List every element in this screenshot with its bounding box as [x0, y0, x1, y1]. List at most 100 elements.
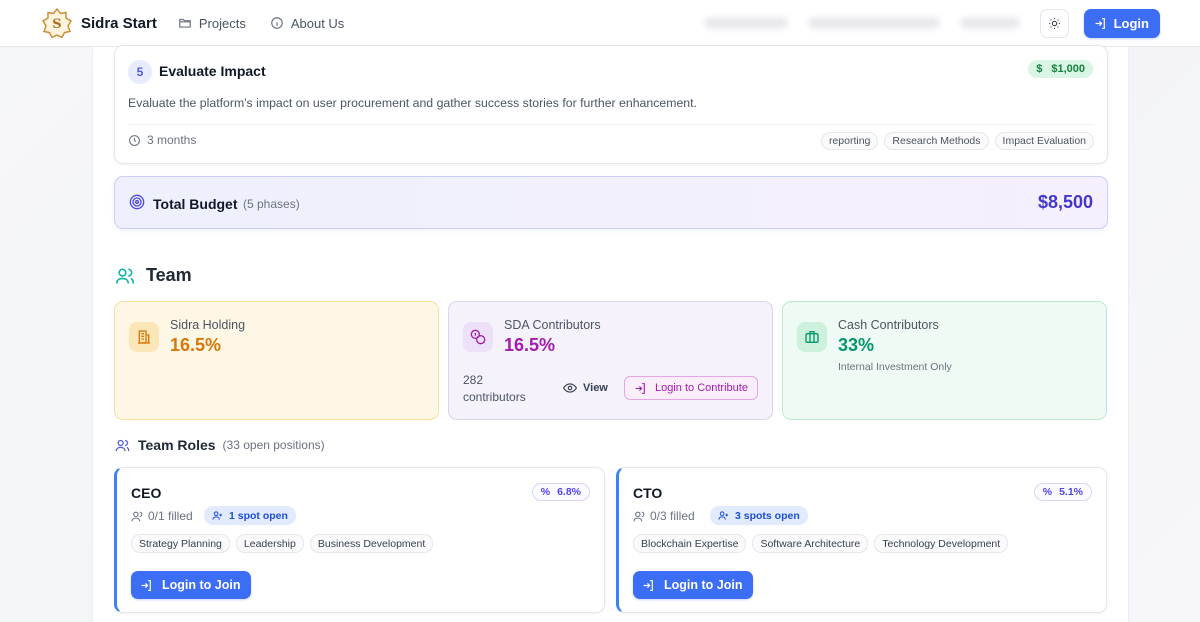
role-equity-badge: % 5.1% — [1033, 483, 1092, 501]
nav-about-us[interactable]: About Us — [270, 16, 344, 31]
users-icon — [115, 268, 135, 284]
project-panel: 5 Evaluate Impact $ $1,000 Evaluate the … — [92, 45, 1129, 622]
dollar-icon: $ — [1036, 63, 1043, 75]
login-button[interactable]: Login — [1083, 8, 1160, 38]
skill-tag: Leadership — [235, 534, 304, 553]
role-filled: 0/1 filled — [131, 509, 193, 523]
equity-percent: 16.5% — [170, 335, 222, 355]
phase-amount: $1,000 — [1051, 63, 1085, 75]
spots-open-label: 1 spot open — [229, 509, 288, 522]
role-title: CTO — [633, 485, 663, 501]
phase-tags: reporting Research Methods Impact Evalua… — [815, 132, 1094, 150]
svg-text:S: S — [52, 17, 61, 32]
sidra-logo-icon[interactable]: S — [42, 8, 72, 38]
users-icon — [115, 439, 130, 451]
equity-name: Cash Contributors — [838, 318, 939, 332]
sun-icon — [1048, 17, 1060, 29]
phase-tag: Research Methods — [884, 132, 989, 150]
phase-title: Evaluate Impact — [159, 63, 266, 79]
nav-projects[interactable]: Projects — [178, 16, 246, 31]
login-icon — [643, 579, 653, 591]
phase-card: 5 Evaluate Impact $ $1,000 Evaluate the … — [114, 45, 1108, 164]
contributors-count: 282 contributors — [463, 373, 526, 404]
phase-tag: reporting — [820, 132, 879, 150]
phase-number: 5 — [128, 60, 152, 84]
briefcase-icon — [797, 322, 827, 352]
equity-card-cash-contributors: Cash Contributors 33% Internal Investmen… — [782, 301, 1107, 420]
phase-amount-badge: $ $1,000 — [1028, 60, 1093, 78]
users-icon — [131, 511, 143, 521]
eye-icon — [563, 383, 577, 393]
total-budget-value: $8,500 — [1037, 192, 1093, 212]
role-filled: 0/3 filled — [633, 509, 695, 523]
login-icon — [635, 382, 645, 394]
contribute-label: Login to Contribute — [655, 382, 748, 394]
phase-description: Evaluate the platform's impact on user p… — [128, 96, 697, 110]
clock-icon — [129, 134, 140, 146]
login-to-join-button[interactable]: Login to Join — [633, 571, 754, 599]
nav-projects-label: Projects — [198, 15, 246, 31]
skill-tag: Strategy Planning — [131, 534, 230, 553]
join-label: Login to Join — [664, 578, 743, 592]
building-icon — [129, 322, 159, 352]
equity-percent: 16.5% — [504, 335, 556, 355]
team-roles-title: Team Roles — [138, 437, 216, 453]
nav-about-label: About Us — [290, 15, 345, 31]
phase-divider — [128, 124, 1094, 125]
login-button-label: Login — [1113, 15, 1149, 31]
user-plus-icon — [212, 511, 223, 520]
team-section-heading: Team — [115, 265, 192, 286]
equity-name: SDA Contributors — [504, 318, 601, 332]
login-to-contribute-button[interactable]: Login to Contribute — [624, 376, 758, 400]
role-skills: Strategy Planning Leadership Business De… — [131, 534, 439, 553]
equity-name: Sidra Holding — [170, 318, 246, 332]
percent-icon: % — [1042, 486, 1053, 498]
spots-open-badge: 3 spots open — [710, 506, 808, 525]
skill-tag: Software Architecture — [752, 534, 869, 553]
join-label: Login to Join — [162, 578, 241, 592]
role-skills: Blockchain Expertise Software Architectu… — [633, 534, 1014, 553]
role-equity-value: 6.8% — [557, 486, 581, 498]
view-contributors-link[interactable]: View — [563, 381, 608, 395]
role-title: CEO — [131, 485, 162, 501]
skill-tag: Technology Development — [874, 534, 1009, 553]
team-roles-heading: Team Roles (33 open positions) — [115, 437, 325, 453]
users-icon — [633, 511, 645, 521]
spots-open-badge: 1 spot open — [204, 506, 296, 525]
login-icon — [1095, 17, 1105, 29]
equity-card-sidra-holding: Sidra Holding 16.5% — [114, 301, 439, 420]
login-icon — [141, 579, 151, 591]
coins-icon — [463, 322, 493, 352]
phase-duration-label: 3 months — [147, 133, 197, 147]
login-to-join-button[interactable]: Login to Join — [131, 571, 252, 599]
phase-tag: Impact Evaluation — [994, 132, 1094, 150]
spots-open-label: 3 spots open — [735, 509, 800, 522]
equity-note: Internal Investment Only — [838, 361, 952, 373]
percent-icon: % — [540, 486, 551, 498]
theme-toggle-button[interactable] — [1039, 8, 1069, 38]
brand-name[interactable]: Sidra Start — [81, 15, 157, 32]
blurred-nav-item — [807, 17, 940, 29]
navbar: S Sidra Start Projects About Us Login — [0, 0, 1200, 47]
total-budget-phases: (5 phases) — [243, 197, 300, 211]
role-filled-label: 0/3 filled — [650, 509, 695, 523]
role-filled-label: 0/1 filled — [148, 509, 193, 523]
team-heading-label: Team — [146, 265, 192, 285]
equity-card-sda-contributors: SDA Contributors 16.5% 282 contributors … — [448, 301, 773, 420]
role-equity-value: 5.1% — [1059, 486, 1083, 498]
blurred-nav-item — [959, 17, 1020, 29]
total-budget-title: Total Budget — [153, 196, 238, 212]
navbar-actions: Login — [703, 8, 1160, 38]
view-label: View — [583, 382, 608, 394]
skill-tag: Business Development — [309, 534, 434, 553]
target-icon — [129, 194, 145, 210]
total-budget-card: Total Budget (5 phases) $8,500 — [114, 176, 1108, 229]
user-plus-icon — [718, 511, 729, 520]
equity-percent: 33% — [838, 335, 875, 355]
blurred-nav-item — [703, 17, 788, 29]
info-icon — [270, 17, 283, 29]
phase-duration: 3 months — [128, 133, 196, 147]
skill-tag: Blockchain Expertise — [633, 534, 747, 553]
open-positions-count: (33 open positions) — [222, 438, 325, 452]
folder-icon — [179, 18, 191, 28]
